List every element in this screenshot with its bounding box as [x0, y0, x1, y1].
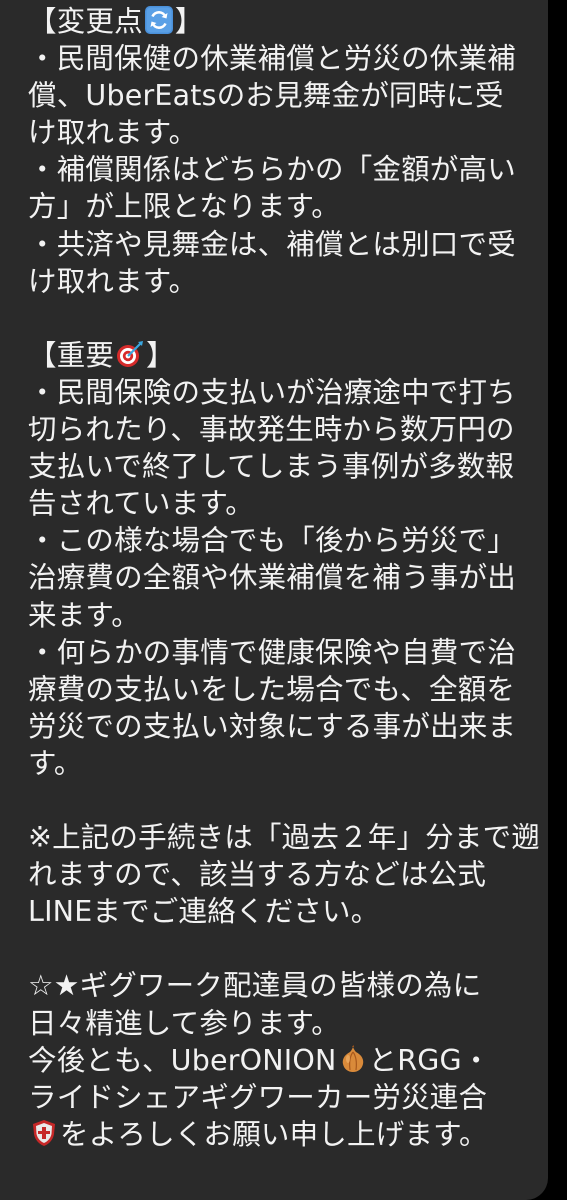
- message-line: れますので、該当する方などは公式: [28, 858, 487, 892]
- section-heading-important: 【重要】: [28, 338, 175, 372]
- message-line: ・共済や見舞金は、補償とは別口で受: [28, 227, 516, 261]
- message-line: け取れます。: [28, 264, 198, 298]
- message-line: ・この様な場合でも「後から労災で」: [28, 524, 516, 558]
- message-line: 切られたり、事故発生時から数万円の: [28, 413, 515, 447]
- message-line: 労災での支払い対象にする事が出来ま: [28, 709, 517, 743]
- message-line: 治療費の全額や休業補償を補う事が出: [28, 561, 516, 595]
- onion-icon: [338, 1044, 368, 1074]
- direct-hit-target-icon: [115, 339, 145, 369]
- message-line: ・何らかの事情で健康保険や自費で治: [28, 635, 516, 669]
- message-line: ・民間保険の支払いが治療途中で打ち: [28, 375, 516, 409]
- message-line: ・補償関係はどちらかの「金額が高い: [28, 153, 516, 187]
- message-line: 償、UberEatsのお見舞金が同時に受: [28, 79, 504, 113]
- section-heading-changes: 【変更点】: [28, 5, 204, 38]
- message-line: ※上記の手続きは「過去２年」分まで遡: [28, 821, 540, 855]
- message-line: 来ます。: [28, 598, 140, 632]
- message-line: ライドシェアギグワーカー労災連合: [28, 1080, 488, 1114]
- message-line: をよろしくお願い申し上げます。: [28, 1116, 548, 1153]
- message-bubble: 【変更点】 ・民間保健の休業補償と労災の休業補 償、UberEatsのお見舞金が…: [0, 0, 548, 1200]
- message-line: 日々精進して参ります。: [28, 1006, 340, 1040]
- message-line: LINEまでご連絡ください。: [28, 895, 380, 929]
- message-line: 今後とも、UberONION とRGG・: [28, 1043, 491, 1077]
- message-line: 告されています。: [28, 487, 254, 521]
- message-line: 支払いで終了してしまう事例が多数報: [28, 450, 515, 484]
- message-line: け取れます。: [28, 116, 198, 150]
- message-line: ・民間保健の休業補償と労災の休業補: [28, 42, 516, 76]
- message-line: ☆★ギグワーク配達員の皆様の為に: [28, 969, 482, 1003]
- message-line: 療費の支払いをした場合でも、全額を: [28, 672, 516, 706]
- shield-icon: [29, 1118, 59, 1148]
- message-line: す。: [28, 746, 83, 780]
- message-line: 方」が上限となります。: [28, 190, 340, 224]
- arrows-counterclockwise-icon: [144, 5, 174, 35]
